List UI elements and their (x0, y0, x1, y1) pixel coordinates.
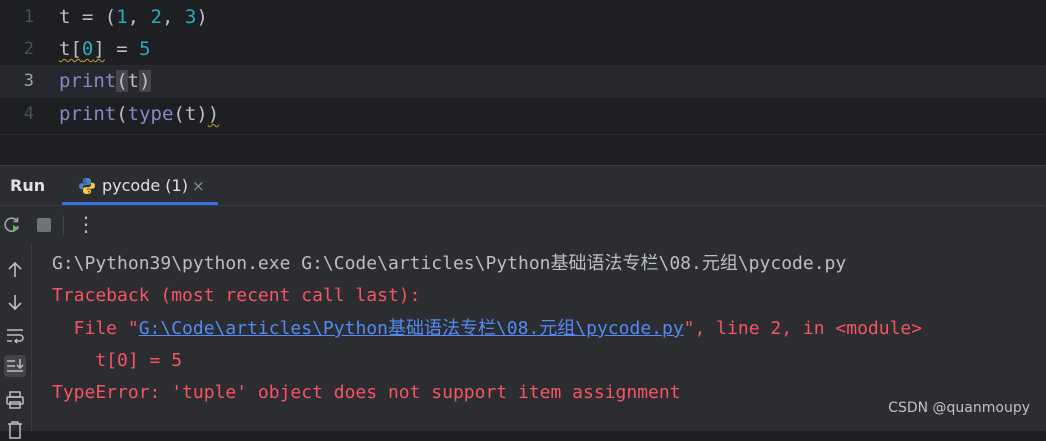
run-panel-title: Run (10, 176, 46, 195)
code-text[interactable]: print(t) (59, 65, 151, 98)
soft-wrap-icon[interactable] (4, 324, 26, 346)
console-command-line: G:\Python39\python.exe G:\Code\articles\… (52, 253, 847, 274)
trash-icon[interactable] (4, 419, 26, 441)
code-line-4[interactable]: 4 print(type(t)) (0, 98, 1046, 131)
scroll-to-end-icon[interactable] (4, 355, 26, 377)
tab-label: pycode (1) (102, 176, 188, 195)
code-editor[interactable]: 1 t = (1, 2, 3) 2 t[0] = 5 3 print(t) 4 … (0, 0, 1046, 134)
arrow-down-icon[interactable] (4, 291, 26, 313)
line-number: 1 (23, 7, 34, 27)
arrow-up-icon[interactable] (4, 259, 26, 281)
code-line-1[interactable]: 1 t = (1, 2, 3) (0, 1, 1046, 34)
stop-icon[interactable] (34, 215, 54, 235)
code-text[interactable]: t = (1, 2, 3) (59, 1, 208, 34)
console-error-message: TypeError: 'tuple' object does not suppo… (52, 382, 681, 403)
code-text[interactable]: t[0] = 5 (59, 33, 151, 66)
editor-bottom-area (0, 134, 1046, 166)
console-traceback-header: Traceback (most recent call last): (52, 285, 421, 306)
close-icon[interactable]: × (192, 166, 205, 206)
console-file-line: File "G:\Code\articles\Python基础语法专栏\08.元… (52, 318, 923, 339)
run-tool-header: Run pycode (1) × (0, 165, 1046, 206)
run-toolbar: ⋮ (0, 205, 1046, 244)
console-code-line: t[0] = 5 (52, 350, 183, 371)
code-text[interactable]: print(type(t)) (59, 98, 219, 131)
toolbar-separator (63, 215, 64, 235)
more-icon[interactable]: ⋮ (76, 210, 96, 236)
warning-squiggle: t[0] (59, 38, 105, 60)
line-number: 4 (23, 104, 34, 124)
python-icon (79, 178, 95, 194)
file-link[interactable]: G:\Code\articles\Python基础语法专栏\08.元组\pyco… (139, 318, 684, 339)
print-icon[interactable] (4, 389, 26, 411)
code-line-2[interactable]: 2 t[0] = 5 (0, 33, 1046, 66)
tab-pycode[interactable]: pycode (1) × (62, 166, 218, 206)
code-line-3-current[interactable]: 3 print(t) (0, 65, 1046, 98)
watermark: CSDN @quanmoupy (888, 400, 1030, 416)
console-side-toolbar (0, 244, 32, 439)
line-number: 2 (23, 39, 34, 59)
line-number: 3 (23, 71, 34, 91)
rerun-icon[interactable] (2, 215, 22, 235)
